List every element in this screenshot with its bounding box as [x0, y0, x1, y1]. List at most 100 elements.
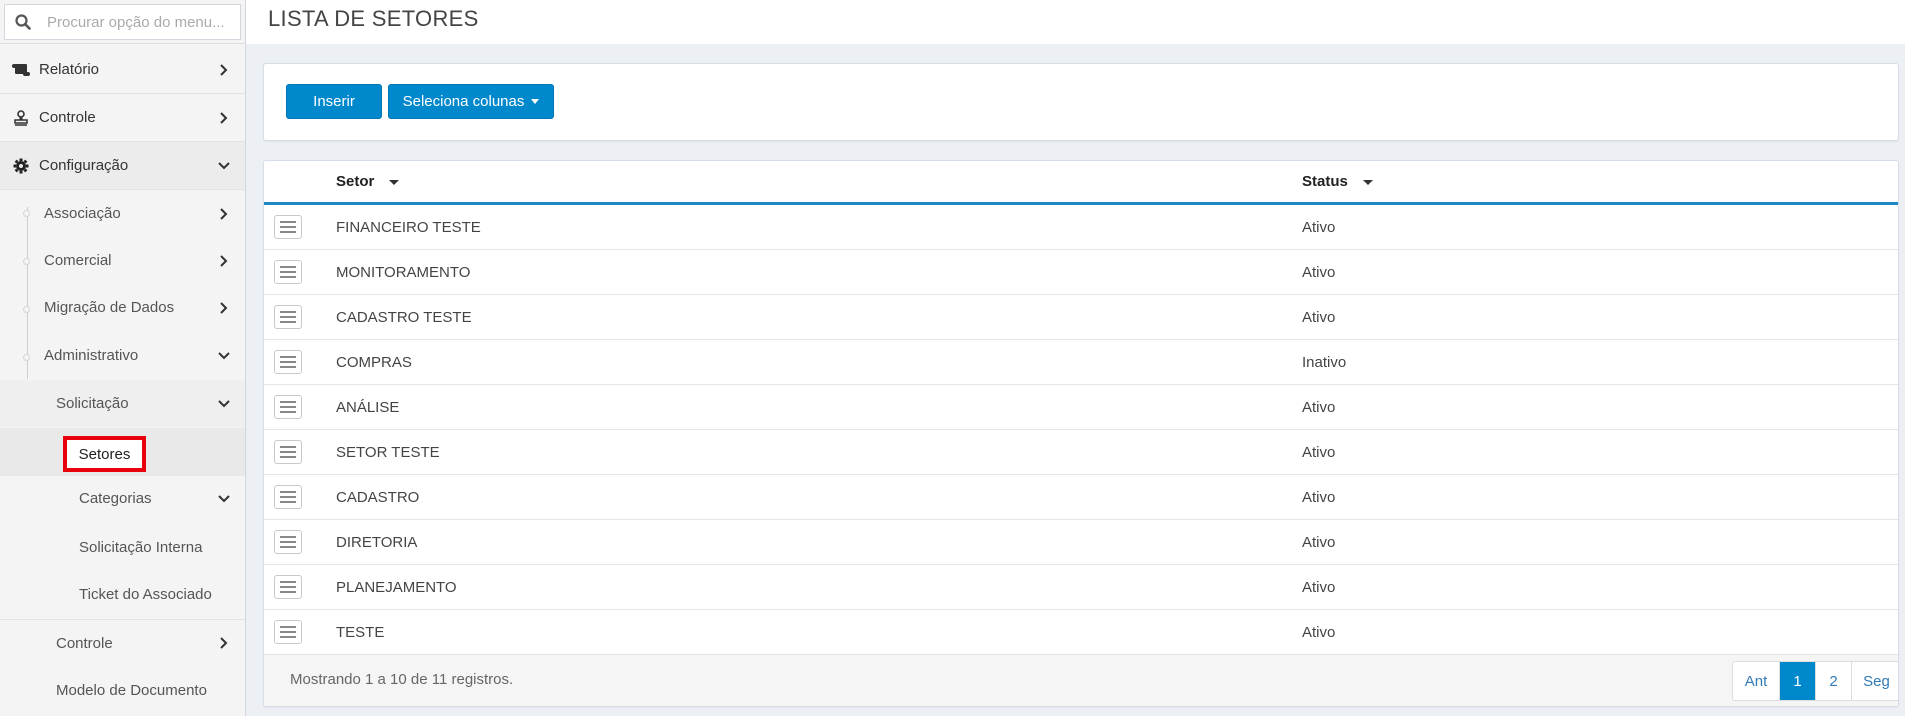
chevron-right-icon [215, 61, 233, 79]
th-actions [264, 161, 336, 205]
search-box[interactable] [4, 4, 248, 40]
chevron-down-icon [215, 157, 233, 175]
sort-caret-icon [1362, 179, 1373, 185]
cell-status: Ativo [1302, 294, 1898, 340]
menu-label: Modelo de Documento [56, 682, 207, 699]
cell-status: Ativo [1302, 474, 1898, 520]
caret-down-icon [531, 99, 540, 104]
menu-label: Solicitação Interna [79, 539, 203, 556]
row-menu-icon[interactable] [274, 395, 302, 419]
menu-label: Ticket do Associado [79, 586, 212, 603]
chevron-right-icon [215, 299, 233, 317]
menu-item-migracao[interactable]: Migração de Dados [0, 284, 245, 331]
cell-setor: CADASTRO TESTE [336, 294, 1302, 340]
chevron-right-icon [215, 252, 233, 270]
table-row: CADASTRO TESTE Ativo [264, 294, 1898, 340]
th-status[interactable]: Status [1302, 161, 1898, 205]
menu-item-solicitacao[interactable]: Solicitação [0, 380, 245, 427]
table-row: ANÁLISE Ativo [264, 384, 1898, 430]
cell-setor: ANÁLISE [336, 384, 1302, 430]
row-menu-icon[interactable] [274, 620, 302, 644]
cell-setor: SETOR TESTE [336, 429, 1302, 475]
menu-item-comercial[interactable]: Comercial [0, 237, 245, 284]
th-status-label: Status [1302, 173, 1348, 190]
cell-setor: FINANCEIRO TESTE [336, 203, 1302, 250]
sidebar: Relatório Controle Configuração Associaç… [0, 0, 248, 716]
sort-caret-icon [389, 179, 400, 185]
menu-label: Associação [44, 205, 121, 222]
cell-status: Ativo [1302, 384, 1898, 430]
menu-label: Comercial [44, 252, 112, 269]
search-input[interactable] [45, 6, 248, 38]
row-menu-icon[interactable] [274, 260, 302, 284]
scroll-icon [10, 61, 32, 79]
table-footer: Mostrando 1 a 10 de 11 registros. Ant 1 … [264, 654, 1898, 706]
menu-item-solicitacao-interna[interactable]: Solicitação Interna [0, 524, 245, 571]
table-row: CADASTRO Ativo [264, 474, 1898, 520]
cell-setor: COMPRAS [336, 339, 1302, 385]
table-row: COMPRAS Inativo [264, 339, 1898, 385]
cell-status: Inativo [1302, 339, 1898, 385]
pagination-page-2[interactable]: 2 [1815, 662, 1851, 700]
row-menu-icon[interactable] [274, 530, 302, 554]
row-menu-icon[interactable] [274, 215, 302, 239]
chevron-down-icon [215, 347, 233, 365]
menu-item-ticket-associado[interactable]: Ticket do Associado [0, 571, 245, 618]
pagination: Ant 1 2 Seg [1732, 661, 1898, 701]
menu-item-configuracao[interactable]: Configuração [0, 142, 245, 190]
cell-status: Ativo [1302, 429, 1898, 475]
th-setor[interactable]: Setor [336, 161, 1302, 205]
cell-setor: MONITORAMENTO [336, 249, 1302, 295]
records-info: Mostrando 1 a 10 de 11 registros. [290, 671, 514, 688]
th-setor-label: Setor [336, 173, 375, 190]
pagination-next[interactable]: Seg [1851, 662, 1898, 700]
row-menu-icon[interactable] [274, 350, 302, 374]
insert-button[interactable]: Inserir [286, 84, 382, 119]
menu-item-associacao[interactable]: Associação [0, 190, 245, 237]
row-menu-icon[interactable] [274, 305, 302, 329]
table-row: MONITORAMENTO Ativo [264, 249, 1898, 295]
table-box: Setor Status FINANCEIRO TESTE Ativo MONIT… [263, 160, 1899, 707]
pagination-prev[interactable]: Ant [1733, 662, 1779, 700]
menu-item-categorias[interactable]: Categorias [0, 475, 245, 522]
menu-item-administrativo[interactable]: Administrativo [0, 332, 245, 379]
menu-label: Controle [56, 634, 113, 652]
row-menu-icon[interactable] [274, 440, 302, 464]
cell-setor: CADASTRO [336, 474, 1302, 520]
menu-item-relatorio[interactable]: Relatório [0, 46, 245, 94]
menu-label: Administrativo [44, 347, 139, 364]
cell-setor: TESTE [336, 609, 1302, 655]
menu-label: Setores [78, 445, 131, 463]
cell-status: Ativo [1302, 249, 1898, 295]
table-row: DIRETORIA Ativo [264, 519, 1898, 565]
menu-item-setores[interactable]: Setores [63, 436, 146, 472]
cell-setor: DIRETORIA [336, 519, 1302, 565]
menu-label: Solicitação [56, 395, 129, 412]
menu-item-controle[interactable]: Controle [0, 94, 245, 142]
menu-label: Controle [39, 109, 96, 126]
select-columns-button[interactable]: Seleciona colunas [388, 84, 554, 119]
pagination-page-1[interactable]: 1 [1779, 662, 1815, 700]
chevron-right-icon [215, 634, 233, 652]
page-title: LISTA DE SETORES [268, 6, 479, 31]
search-icon [15, 14, 31, 30]
cell-status: Ativo [1302, 564, 1898, 610]
stamp-icon [10, 109, 32, 127]
cell-status: Ativo [1302, 203, 1898, 250]
table-header-row: Setor Status [264, 161, 1898, 205]
menu-label: Configuração [39, 157, 129, 174]
table-row: TESTE Ativo [264, 609, 1898, 655]
chevron-down-icon [215, 490, 233, 508]
chevron-down-icon [215, 395, 233, 413]
menu-item-controle-sub[interactable]: Controle [0, 619, 245, 666]
chevron-right-icon [215, 109, 233, 127]
table-row: FINANCEIRO TESTE Ativo [264, 203, 1898, 250]
table-row: SETOR TESTE Ativo [264, 429, 1898, 475]
chevron-right-icon [215, 205, 233, 223]
row-menu-icon[interactable] [274, 575, 302, 599]
insert-button-label: Inserir [313, 93, 355, 110]
menu-item-modelo-documento[interactable]: Modelo de Documento [0, 667, 245, 714]
row-menu-icon[interactable] [274, 485, 302, 509]
sectors-table: Setor Status FINANCEIRO TESTE Ativo MONIT… [264, 161, 1898, 655]
cell-setor: PLANEJAMENTO [336, 564, 1302, 610]
